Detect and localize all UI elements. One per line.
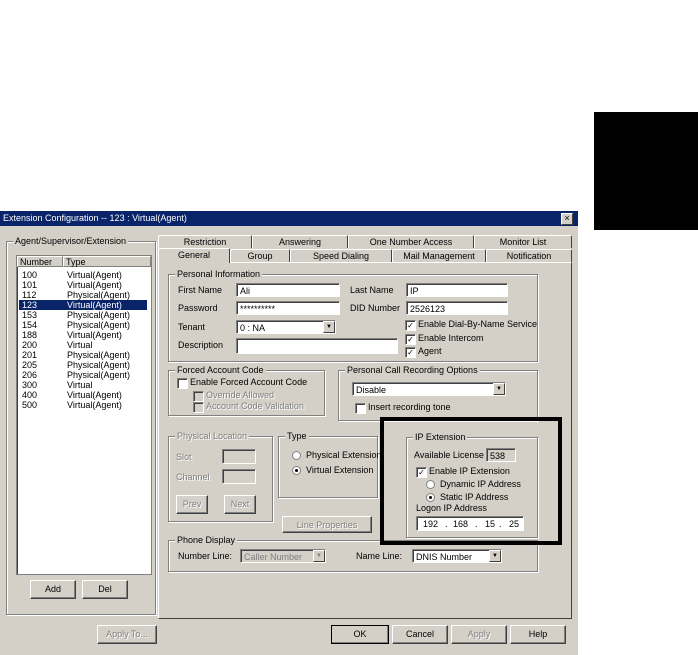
tab-general[interactable]: General bbox=[158, 248, 230, 263]
list-item[interactable]: 201 Physical(Agent) bbox=[19, 350, 147, 360]
number-line-label: Number Line: bbox=[178, 551, 233, 561]
channel-label: Channel bbox=[176, 472, 210, 482]
list-item[interactable]: 300 Virtual bbox=[19, 380, 147, 390]
account-code-validation-checkbox[interactable] bbox=[193, 402, 204, 413]
list-item-selected[interactable]: 123 Virtual(Agent) bbox=[19, 300, 147, 310]
first-name-input[interactable]: Ali bbox=[236, 283, 340, 297]
tenant-select[interactable]: 0 : NA ▼ bbox=[236, 320, 336, 334]
last-name-input[interactable]: IP bbox=[406, 283, 508, 297]
physical-extension-radio[interactable] bbox=[292, 451, 301, 460]
tenant-value: 0 : NA bbox=[240, 323, 266, 333]
enable-forced-code-checkbox[interactable] bbox=[177, 378, 188, 389]
tab-answering[interactable]: Answering bbox=[252, 235, 348, 248]
list-item[interactable]: 112 Physical(Agent) bbox=[19, 290, 147, 300]
did-number-input[interactable]: 2526123 bbox=[406, 301, 508, 315]
dial-by-name-label: Enable Dial-By-Name Service bbox=[418, 319, 538, 329]
did-number-label: DID Number bbox=[350, 303, 401, 313]
list-item[interactable]: 205 Physical(Agent) bbox=[19, 360, 147, 370]
name-line-label: Name Line: bbox=[356, 551, 403, 561]
virtual-extension-radio[interactable] bbox=[292, 466, 301, 475]
name-line-value: DNIS Number bbox=[416, 552, 473, 562]
title-bar: Extension Configuration -- 123 : Virtual… bbox=[0, 211, 578, 226]
list-item[interactable]: 200 Virtual bbox=[19, 340, 147, 350]
window-title: Extension Configuration -- 123 : Virtual… bbox=[3, 213, 187, 223]
column-type[interactable]: Type bbox=[63, 256, 151, 267]
cancel-button[interactable]: Cancel bbox=[392, 625, 448, 644]
tab-speed-dialing[interactable]: Speed Dialing bbox=[290, 249, 392, 262]
list-item[interactable]: 188 Virtual(Agent) bbox=[19, 330, 147, 340]
type-label: Type bbox=[285, 431, 309, 441]
list-item[interactable]: 101 Virtual(Agent) bbox=[19, 280, 147, 290]
column-number[interactable]: Number bbox=[17, 256, 63, 267]
close-icon[interactable]: × bbox=[561, 213, 573, 225]
list-item[interactable]: 153 Physical(Agent) bbox=[19, 310, 147, 320]
chevron-down-icon[interactable]: ▼ bbox=[313, 550, 325, 562]
apply-to-button[interactable]: Apply To... bbox=[97, 625, 157, 644]
agent-label: Agent bbox=[418, 346, 442, 356]
personal-information-label: Personal Information bbox=[175, 269, 263, 279]
number-line-select[interactable]: Caller Number ▼ bbox=[240, 549, 326, 563]
ip-extension-highlight-box bbox=[380, 417, 562, 545]
delete-button[interactable]: Del bbox=[82, 580, 128, 599]
help-button[interactable]: Help bbox=[510, 625, 566, 644]
list-item[interactable]: 400 Virtual(Agent) bbox=[19, 390, 147, 400]
apply-button[interactable]: Apply bbox=[451, 625, 507, 644]
list-item[interactable]: 500 Virtual(Agent) bbox=[19, 400, 147, 410]
chevron-down-icon[interactable]: ▼ bbox=[493, 383, 505, 395]
intercom-label: Enable Intercom bbox=[418, 333, 484, 343]
insert-tone-label: Insert recording tone bbox=[368, 402, 451, 412]
recording-options-label: Personal Call Recording Options bbox=[345, 365, 480, 375]
agent-checkbox[interactable]: ✓ bbox=[405, 347, 416, 358]
override-allowed-checkbox[interactable] bbox=[193, 391, 204, 402]
intercom-checkbox[interactable]: ✓ bbox=[405, 334, 416, 345]
physical-location-label: Physical Location bbox=[175, 431, 250, 441]
list-item[interactable]: 154 Physical(Agent) bbox=[19, 320, 147, 330]
prev-button[interactable]: Prev bbox=[176, 495, 208, 514]
insert-tone-checkbox[interactable] bbox=[355, 403, 366, 414]
channel-input[interactable] bbox=[222, 469, 256, 484]
account-code-validation-label: Account Code Validation bbox=[206, 401, 304, 411]
line-properties-button[interactable]: Line Properties bbox=[282, 516, 372, 533]
tab-mail-management[interactable]: Mail Management bbox=[392, 249, 486, 262]
password-label: Password bbox=[178, 303, 218, 313]
list-item[interactable]: 206 Physical(Agent) bbox=[19, 370, 147, 380]
chevron-down-icon[interactable]: ▼ bbox=[489, 550, 501, 562]
chevron-down-icon[interactable]: ▼ bbox=[323, 321, 335, 333]
override-allowed-label: Override Allowed bbox=[206, 390, 275, 400]
next-button[interactable]: Next bbox=[224, 495, 256, 514]
phone-display-label: Phone Display bbox=[175, 535, 238, 545]
password-input[interactable]: ********** bbox=[236, 301, 340, 315]
extension-list[interactable]: Number Type 100 Virtual(Agent) 101 Virtual… bbox=[16, 255, 152, 575]
description-input[interactable] bbox=[236, 338, 398, 354]
dial-by-name-checkbox[interactable]: ✓ bbox=[405, 320, 416, 331]
first-name-label: First Name bbox=[178, 285, 223, 295]
enable-forced-code-label: Enable Forced Account Code bbox=[190, 377, 308, 387]
name-line-select[interactable]: DNIS Number ▼ bbox=[412, 549, 502, 563]
tab-one-number-access[interactable]: One Number Access bbox=[348, 235, 474, 248]
add-button[interactable]: Add bbox=[30, 580, 76, 599]
recording-select[interactable]: Disable ▼ bbox=[352, 382, 506, 396]
tenant-label: Tenant bbox=[178, 322, 206, 332]
forced-account-code-label: Forced Account Code bbox=[175, 365, 266, 375]
last-name-label: Last Name bbox=[350, 285, 394, 295]
recording-value: Disable bbox=[356, 385, 387, 395]
virtual-extension-label: Virtual Extension bbox=[306, 465, 374, 475]
description-label: Description bbox=[178, 340, 224, 350]
slot-input[interactable] bbox=[222, 449, 256, 464]
number-line-value: Caller Number bbox=[244, 552, 303, 562]
black-edge-block bbox=[594, 112, 698, 230]
agent-list-label: Agent/Supervisor/Extension bbox=[13, 236, 129, 246]
list-item[interactable]: 100 Virtual(Agent) bbox=[19, 270, 147, 280]
physical-extension-label: Physical Extension bbox=[306, 450, 382, 460]
tab-monitor-list[interactable]: Monitor List bbox=[474, 235, 572, 248]
tab-restriction[interactable]: Restriction bbox=[158, 235, 252, 248]
ok-button[interactable]: OK bbox=[331, 625, 389, 644]
tab-group[interactable]: Group bbox=[230, 249, 290, 262]
slot-label: Slot bbox=[176, 452, 192, 462]
tab-notification[interactable]: Notification bbox=[486, 249, 572, 262]
